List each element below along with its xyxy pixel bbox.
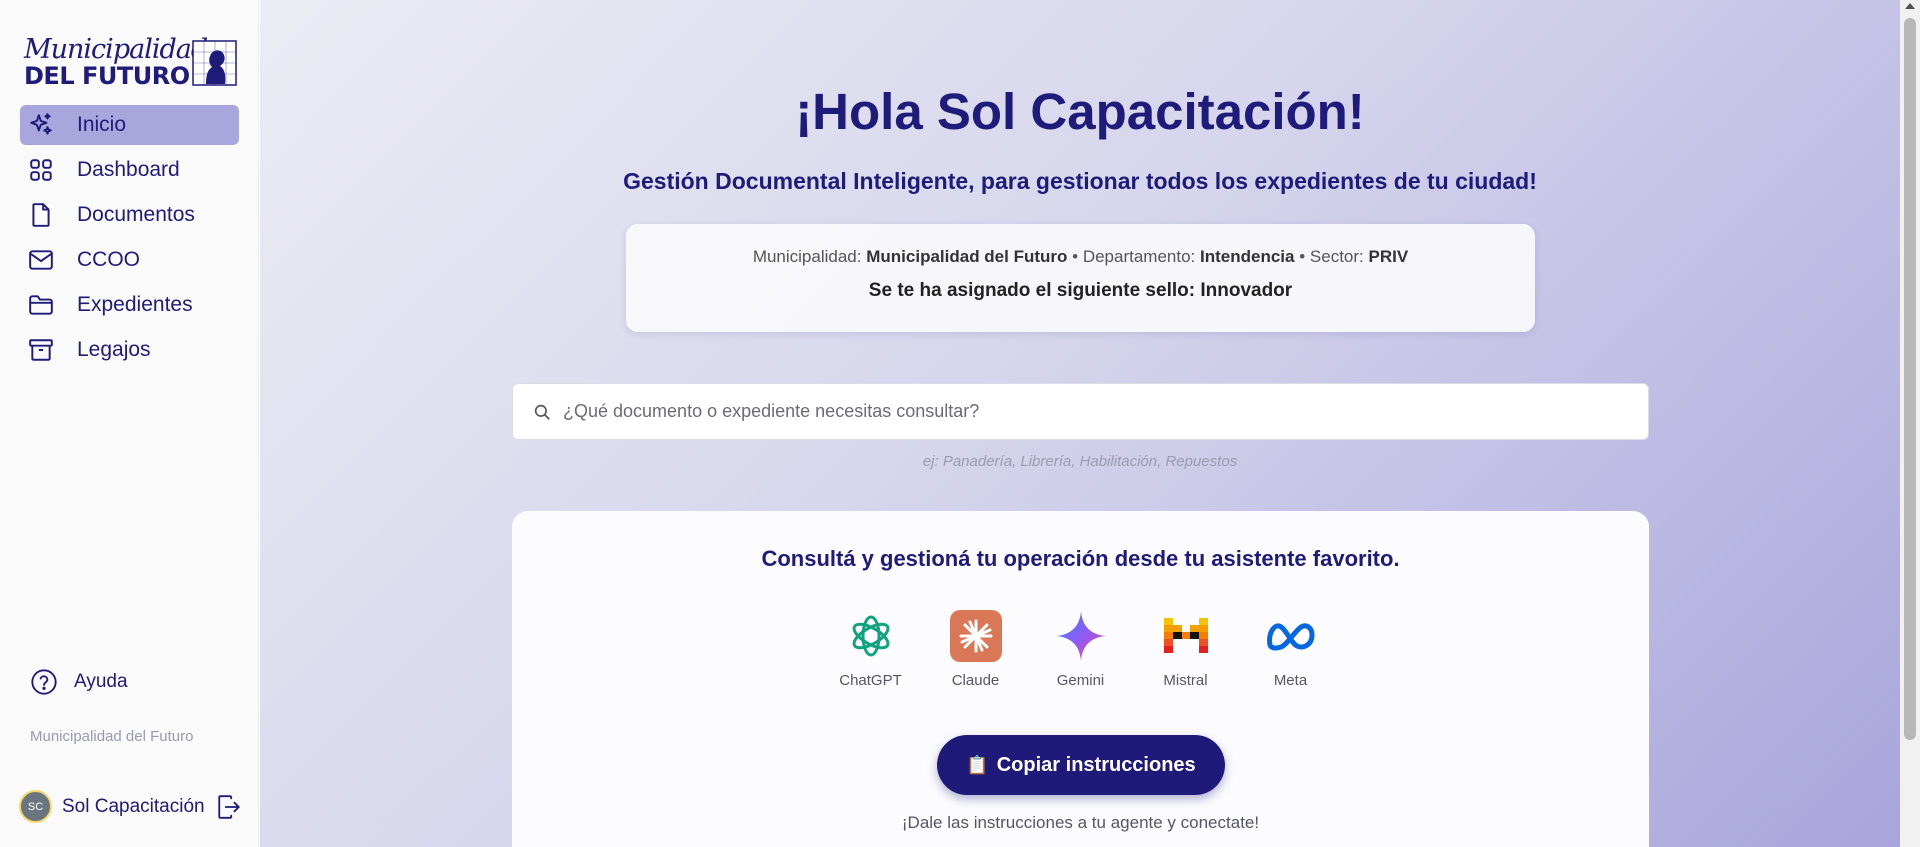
sidebar-item-label: Expedientes <box>77 293 193 316</box>
assistant-label: Claude <box>951 672 1000 689</box>
assistant-chatgpt[interactable]: ChatGPT <box>818 610 923 689</box>
sidebar-item-label: Inicio <box>77 113 127 136</box>
sidebar-item-label: Legajos <box>77 338 151 361</box>
separator: • <box>1072 247 1079 266</box>
archive-icon <box>27 336 55 364</box>
scroll-up-arrow-icon[interactable] <box>1905 3 1915 9</box>
search-input[interactable] <box>563 401 1623 422</box>
sidebar-item-documentos[interactable]: Documentos <box>20 195 239 235</box>
seal-value: Innovador <box>1200 280 1293 301</box>
logo-wordmark: Municipalidad DEL FUTURO <box>22 34 208 90</box>
assistant-mistral[interactable]: Mistral <box>1133 610 1238 689</box>
mistral-icon <box>1160 610 1212 662</box>
assistant-label: Meta <box>1273 672 1308 689</box>
scrollbar[interactable] <box>1900 0 1920 847</box>
search-bar[interactable] <box>512 383 1649 440</box>
muni-label: Municipalidad: <box>752 247 862 266</box>
sidebar-item-label: Dashboard <box>77 158 180 181</box>
assignment-info: Municipalidad: Municipalidad del Futuro … <box>626 247 1535 267</box>
municipality-footer: Municipalidad del Futuro <box>30 728 194 745</box>
grid-icon <box>27 156 55 184</box>
assistants-footer: ¡Dale las instrucciones a tu agente y co… <box>901 813 1260 832</box>
sector-label: Sector: <box>1309 247 1364 266</box>
meta-icon <box>1265 610 1317 662</box>
assistants-list: ChatGPT Claude Gemini Mistral Meta <box>512 610 1649 689</box>
assistant-label: Mistral <box>1163 672 1208 689</box>
chatgpt-icon <box>845 610 897 662</box>
muni-value: Municipalidad del Futuro <box>866 247 1068 266</box>
help-circle-icon <box>31 669 57 695</box>
mail-icon <box>27 246 55 274</box>
user-profile: SC Sol Capacitación <box>19 790 243 823</box>
logo-line2: DEL FUTURO <box>24 62 190 90</box>
seal-info: Se te ha asignado el siguiente sello: In… <box>626 280 1535 302</box>
sidebar-nav: Inicio Dashboard Documentos CCOO Expedie… <box>20 105 239 375</box>
sidebar-item-expedientes[interactable]: Expedientes <box>20 285 239 325</box>
assistant-gemini[interactable]: Gemini <box>1028 610 1133 689</box>
logo-line1: Municipalidad <box>24 34 208 65</box>
dept-value: Intendencia <box>1200 247 1295 266</box>
sidebar-item-label: Documentos <box>77 203 195 226</box>
copy-instructions-label: Copiar instrucciones <box>996 753 1196 776</box>
main-content: ¡Hola Sol Capacitación! Gestión Document… <box>260 0 1900 847</box>
assistants-title: Consultá y gestioná tu operación desde t… <box>761 546 1400 571</box>
sector-value: PRIV <box>1368 247 1409 266</box>
seal-label: Se te ha asignado el siguiente sello: <box>868 280 1196 301</box>
avatar[interactable]: SC <box>19 790 52 823</box>
sidebar-item-inicio[interactable]: Inicio <box>20 105 239 145</box>
sidebar-item-legajos[interactable]: Legajos <box>20 330 239 370</box>
claude-icon <box>949 610 1002 662</box>
sidebar-item-label: CCOO <box>77 248 140 271</box>
search-icon <box>534 404 550 420</box>
sidebar: Municipalidad DEL FUTURO Inicio Dashboar… <box>0 0 259 847</box>
separator: • <box>1299 247 1306 266</box>
scrollbar-thumb[interactable] <box>1904 18 1916 740</box>
dept-label: Departamento: <box>1082 247 1196 266</box>
assistant-label: ChatGPT <box>839 672 902 689</box>
assistant-claude[interactable]: Claude <box>923 610 1028 689</box>
help-label: Ayuda <box>74 671 128 692</box>
file-icon <box>27 201 55 229</box>
gemini-icon <box>1055 610 1107 662</box>
user-name: Sol Capacitación <box>62 795 205 817</box>
page-title: ¡Hola Sol Capacitación! <box>795 83 1365 140</box>
assistants-card: Consultá y gestioná tu operación desde t… <box>512 511 1649 847</box>
assistant-meta[interactable]: Meta <box>1238 610 1343 689</box>
folder-icon <box>27 291 55 319</box>
page-subtitle: Gestión Documental Inteligente, para ges… <box>623 168 1537 194</box>
assistant-label: Gemini <box>1056 672 1105 689</box>
search-hint: ej: Panadería, Librería, Habilitación, R… <box>922 453 1238 470</box>
user-info-card: Municipalidad: Municipalidad del Futuro … <box>626 224 1535 332</box>
help-link[interactable]: Ayuda <box>30 668 128 696</box>
logo-emblem-icon <box>192 40 237 86</box>
clipboard-icon: 📋 <box>966 754 989 775</box>
sidebar-item-dashboard[interactable]: Dashboard <box>20 150 239 190</box>
copy-instructions-button[interactable]: 📋 Copiar instrucciones <box>937 735 1225 795</box>
municipality-logo[interactable]: Municipalidad DEL FUTURO <box>22 34 237 90</box>
sidebar-item-ccoo[interactable]: CCOO <box>20 240 239 280</box>
sparkles-icon <box>27 111 55 139</box>
logout-icon[interactable] <box>215 793 243 821</box>
